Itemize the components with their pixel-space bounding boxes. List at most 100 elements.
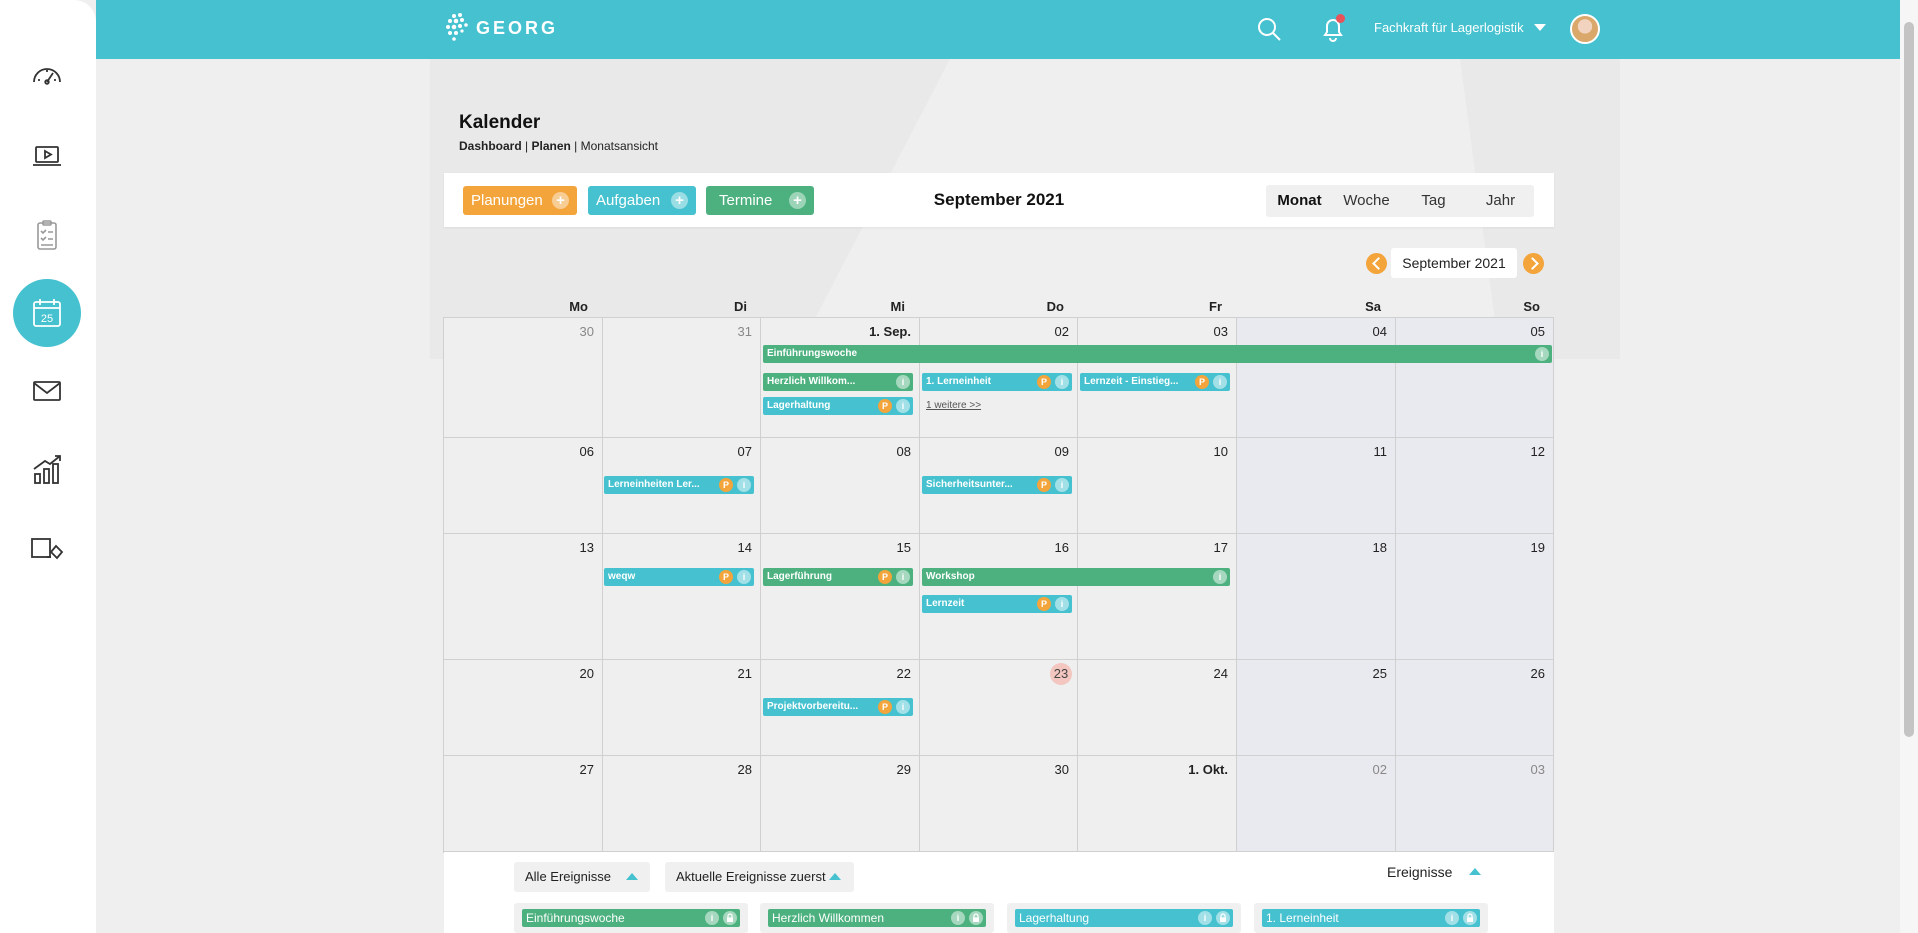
lock-icon[interactable] bbox=[1216, 911, 1230, 925]
day-cell[interactable]: 15 bbox=[761, 534, 920, 660]
termine-button[interactable]: Termine + bbox=[706, 186, 814, 215]
scrollbar-thumb[interactable] bbox=[1904, 22, 1914, 737]
day-cell[interactable]: 30 bbox=[444, 318, 603, 438]
planning-badge-icon[interactable]: P bbox=[1037, 478, 1051, 492]
info-icon[interactable]: i bbox=[1213, 570, 1227, 584]
sidebar-item-tasks[interactable] bbox=[13, 201, 81, 269]
filter-current-first[interactable]: Aktuelle Ereignisse zuerst bbox=[665, 862, 854, 892]
calendar-event[interactable]: Lagerführung Pi bbox=[763, 568, 913, 586]
sidebar-item-messages[interactable] bbox=[13, 357, 81, 425]
calendar-event[interactable]: Workshop i bbox=[922, 568, 1230, 586]
sidebar-item-dashboard[interactable] bbox=[13, 42, 81, 110]
day-cell[interactable]: 23 bbox=[920, 660, 1078, 756]
sidebar-item-calendar[interactable]: 25 bbox=[13, 279, 81, 347]
breadcrumb-dashboard[interactable]: Dashboard bbox=[459, 139, 522, 153]
calendar-event[interactable]: Lagerhaltung Pi bbox=[763, 397, 913, 415]
aufgaben-button[interactable]: Aufgaben + bbox=[588, 186, 696, 215]
event-card[interactable]: Herzlich Willkommen i bbox=[760, 903, 994, 933]
info-icon[interactable]: i bbox=[896, 399, 910, 413]
calendar-event[interactable]: Einführungswoche i bbox=[763, 345, 1552, 363]
day-cell[interactable]: 08 bbox=[761, 438, 920, 534]
calendar-event[interactable]: weqw Pi bbox=[604, 568, 754, 586]
info-icon[interactable]: i bbox=[1198, 911, 1212, 925]
day-cell[interactable]: 02 bbox=[1237, 756, 1396, 852]
day-cell[interactable]: 19 bbox=[1396, 534, 1554, 660]
breadcrumb-planen[interactable]: Planen bbox=[531, 139, 570, 153]
event-card[interactable]: 1. Lerneinheit i bbox=[1254, 903, 1488, 933]
previous-month-button[interactable] bbox=[1366, 253, 1387, 274]
role-selector[interactable]: Fachkraft für Lagerlogistik bbox=[1374, 20, 1546, 35]
day-cell[interactable]: 28 bbox=[603, 756, 761, 852]
day-cell[interactable]: 12 bbox=[1396, 438, 1554, 534]
info-icon[interactable]: i bbox=[737, 570, 751, 584]
planning-badge-icon[interactable]: P bbox=[878, 570, 892, 584]
lock-icon[interactable] bbox=[1463, 911, 1477, 925]
info-icon[interactable]: i bbox=[1535, 347, 1549, 361]
day-cell[interactable]: 14 bbox=[603, 534, 761, 660]
info-icon[interactable]: i bbox=[705, 911, 719, 925]
more-events-link[interactable]: 1 weitere >> bbox=[926, 400, 981, 411]
planning-badge-icon[interactable]: P bbox=[719, 478, 733, 492]
calendar-event[interactable]: Sicherheitsunter... Pi bbox=[922, 476, 1072, 494]
day-cell[interactable]: 21 bbox=[603, 660, 761, 756]
sidebar-item-statistics[interactable] bbox=[13, 436, 81, 504]
day-cell[interactable]: 04 bbox=[1237, 318, 1396, 438]
view-month-button[interactable]: Monat bbox=[1266, 185, 1333, 217]
info-icon[interactable]: i bbox=[896, 375, 910, 389]
sidebar-item-tools[interactable] bbox=[13, 514, 81, 582]
event-card[interactable]: Einführungswoche i bbox=[514, 903, 748, 933]
day-cell[interactable]: 24 bbox=[1078, 660, 1237, 756]
day-cell[interactable]: 1. Okt. bbox=[1078, 756, 1237, 852]
lock-icon[interactable] bbox=[723, 911, 737, 925]
info-icon[interactable]: i bbox=[737, 478, 751, 492]
day-cell[interactable]: 20 bbox=[444, 660, 603, 756]
day-cell[interactable]: 30 bbox=[920, 756, 1078, 852]
planning-badge-icon[interactable]: P bbox=[1037, 597, 1051, 611]
info-icon[interactable]: i bbox=[1055, 597, 1069, 611]
info-icon[interactable]: i bbox=[1055, 375, 1069, 389]
events-toggle[interactable]: Ereignisse bbox=[1387, 864, 1481, 880]
info-icon[interactable]: i bbox=[1055, 478, 1069, 492]
day-cell[interactable]: 05 bbox=[1396, 318, 1554, 438]
day-cell[interactable]: 11 bbox=[1237, 438, 1396, 534]
view-week-button[interactable]: Woche bbox=[1333, 185, 1400, 217]
info-icon[interactable]: i bbox=[896, 700, 910, 714]
planning-badge-icon[interactable]: P bbox=[719, 570, 733, 584]
event-card-bar[interactable]: 1. Lerneinheit i bbox=[1262, 909, 1480, 927]
info-icon[interactable]: i bbox=[1213, 375, 1227, 389]
info-icon[interactable]: i bbox=[896, 570, 910, 584]
next-month-button[interactable] bbox=[1523, 253, 1544, 274]
info-icon[interactable]: i bbox=[1445, 911, 1459, 925]
planning-badge-icon[interactable]: P bbox=[878, 399, 892, 413]
calendar-event[interactable]: Projektvorbereitu... Pi bbox=[763, 698, 913, 716]
day-cell[interactable]: 31 bbox=[603, 318, 761, 438]
avatar[interactable] bbox=[1570, 14, 1600, 44]
planungen-button[interactable]: Planungen + bbox=[463, 186, 577, 215]
day-cell[interactable]: 25 bbox=[1237, 660, 1396, 756]
day-cell[interactable]: 03 bbox=[1396, 756, 1554, 852]
lock-icon[interactable] bbox=[969, 911, 983, 925]
view-year-button[interactable]: Jahr bbox=[1467, 185, 1534, 217]
day-cell[interactable]: 18 bbox=[1237, 534, 1396, 660]
event-card-bar[interactable]: Herzlich Willkommen i bbox=[768, 909, 986, 927]
day-cell[interactable]: 27 bbox=[444, 756, 603, 852]
sidebar-item-videos[interactable] bbox=[13, 122, 81, 190]
calendar-event[interactable]: Lernzeit - Einstieg... Pi bbox=[1080, 373, 1230, 391]
day-cell[interactable]: 17 bbox=[1078, 534, 1237, 660]
day-cell[interactable]: 10 bbox=[1078, 438, 1237, 534]
view-day-button[interactable]: Tag bbox=[1400, 185, 1467, 217]
calendar-event[interactable]: Herzlich Willkom... i bbox=[763, 373, 913, 391]
calendar-event[interactable]: Lerneinheiten Ler... Pi bbox=[604, 476, 754, 494]
filter-all-events[interactable]: Alle Ereignisse bbox=[514, 862, 650, 892]
event-card-bar[interactable]: Einführungswoche i bbox=[522, 909, 740, 927]
day-cell[interactable]: 13 bbox=[444, 534, 603, 660]
day-cell[interactable]: 29 bbox=[761, 756, 920, 852]
day-cell[interactable]: 06 bbox=[444, 438, 603, 534]
event-card[interactable]: Lagerhaltung i bbox=[1007, 903, 1241, 933]
search-icon[interactable] bbox=[1256, 16, 1282, 42]
planning-badge-icon[interactable]: P bbox=[1037, 375, 1051, 389]
planning-badge-icon[interactable]: P bbox=[1195, 375, 1209, 389]
scrollbar[interactable] bbox=[1900, 0, 1918, 933]
planning-badge-icon[interactable]: P bbox=[878, 700, 892, 714]
logo[interactable]: GEORG bbox=[444, 11, 558, 45]
